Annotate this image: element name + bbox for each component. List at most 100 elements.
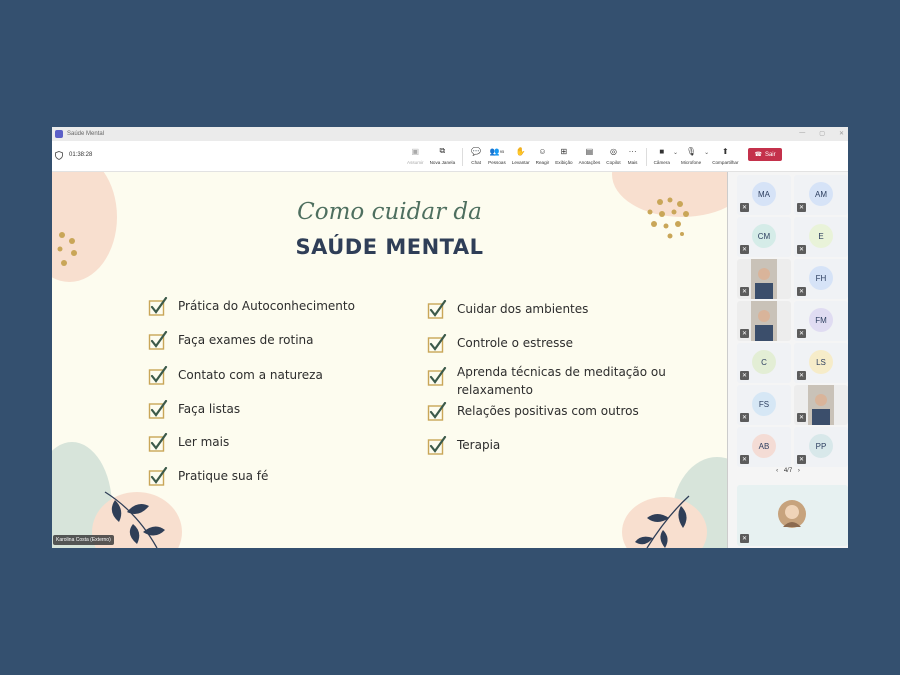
minimize-icon[interactable]: — <box>799 130 805 137</box>
participant-avatar: CM <box>752 224 776 248</box>
focus-button[interactable]: ▣ Assumir <box>407 145 424 166</box>
checklist-item: Aprenda técnicas de meditação ou relaxam… <box>427 363 672 399</box>
focus-icon: ▣ <box>411 146 420 156</box>
share-icon: ⬆ <box>721 146 729 156</box>
participant-tile[interactable]: MA ✕ <box>737 175 791 215</box>
view-button[interactable]: ⊞ Exibição <box>555 145 572 166</box>
meeting-toolbar: 01:38:28 ▣ Assumir ⧉ Nova Janela 💬 Chat … <box>52 141 848 172</box>
checkbox-checked-icon <box>148 331 168 350</box>
new-window-icon: ⧉ <box>439 146 446 155</box>
toolbar-divider <box>645 148 647 166</box>
checklist-item: Controle o estresse <box>427 334 573 354</box>
maximize-icon[interactable]: ▢ <box>819 130 825 137</box>
copilot-button[interactable]: ◎ Copilot <box>606 145 620 166</box>
participant-tile[interactable]: ✕ <box>737 301 791 341</box>
close-icon[interactable]: ✕ <box>839 130 844 137</box>
raise-hand-icon: ✋ <box>515 146 526 156</box>
window-title: Saúde Mental <box>67 131 105 137</box>
checklist-item: Relações positivas com outros <box>427 402 639 422</box>
mic-muted-icon: ✕ <box>797 287 806 296</box>
checklist-item: Contato com a natureza <box>148 366 323 386</box>
mic-muted-icon: ✕ <box>740 455 749 464</box>
checklist-item: Cuidar dos ambientes <box>427 300 588 320</box>
mic-muted-icon: ✕ <box>740 203 749 212</box>
title-bar: Saúde Mental — ▢ ✕ <box>52 127 848 141</box>
participant-tile[interactable]: FH ✕ <box>794 259 848 299</box>
mic-muted-icon: ✕ <box>740 413 749 422</box>
participant-tile[interactable]: FM ✕ <box>794 301 848 341</box>
chevron-left-icon[interactable]: ‹ <box>776 468 778 474</box>
people-count: 95 <box>499 148 505 154</box>
checklist-item: Pratique sua fé <box>148 467 268 487</box>
checkbox-checked-icon <box>427 334 447 353</box>
view-icon: ⊞ <box>560 146 568 156</box>
copilot-icon: ◎ <box>609 146 617 156</box>
participant-tile[interactable]: AB ✕ <box>737 427 791 467</box>
checkbox-checked-icon <box>148 467 168 486</box>
self-video-tile[interactable]: ✕ <box>737 485 848 546</box>
participant-avatar: LS <box>809 350 833 374</box>
mic-muted-icon: ✕ <box>740 287 749 296</box>
microphone-button[interactable]: 🎙 Microfone <box>681 145 701 166</box>
chevron-right-icon[interactable]: › <box>798 468 800 474</box>
participant-avatar: PP <box>809 434 833 458</box>
checkbox-checked-icon <box>148 297 168 316</box>
more-button[interactable]: ··· Mais <box>627 145 639 166</box>
mic-off-icon: 🎙 <box>685 146 697 156</box>
participant-gallery: MA ✕ AM ✕ CM ✕ E ✕ ✕ FH ✕ ✕ FM ✕ C ✕ LS ✕ FS ✕ ✕ AB ✕ PP ✕ ‹ 4/7… <box>728 172 848 548</box>
participant-video <box>751 259 777 299</box>
participant-avatar: E <box>809 224 833 248</box>
shield-icon <box>55 151 63 160</box>
react-button[interactable]: ☺ Reagir <box>536 145 550 166</box>
meeting-timer: 01:38:28 <box>69 152 93 158</box>
checklist-item: Terapia <box>427 436 500 456</box>
raise-hand-button[interactable]: ✋ Levantar <box>512 145 530 166</box>
hang-up-icon: ☎ <box>754 152 762 158</box>
participant-avatar: FH <box>809 266 833 290</box>
participant-avatar: FM <box>809 308 833 332</box>
presenter-name-tag: Karolina Costa (Externo) <box>53 535 114 545</box>
notes-button[interactable]: ▤ Anotações <box>579 145 601 166</box>
participant-avatar: MA <box>752 182 776 206</box>
gallery-pager: ‹ 4/7 › <box>728 468 848 474</box>
people-button[interactable]: 👥 95 Pessoas <box>488 145 506 166</box>
participant-avatar: FS <box>752 392 776 416</box>
participant-video <box>751 301 777 341</box>
participant-tile[interactable]: E ✕ <box>794 217 848 257</box>
shared-slide: Como cuidar da SAÚDE MENTAL Prática do A… <box>52 172 727 548</box>
mic-muted-icon: ✕ <box>740 329 749 338</box>
chevron-down-icon[interactable]: ⌄ <box>673 149 678 156</box>
participant-tile[interactable]: AM ✕ <box>794 175 848 215</box>
notes-icon: ▤ <box>585 146 594 156</box>
participant-tile[interactable]: LS ✕ <box>794 343 848 383</box>
participant-tile[interactable]: FS ✕ <box>737 385 791 425</box>
participant-avatar: AB <box>752 434 776 458</box>
leave-button[interactable]: ☎ Sair <box>748 148 782 161</box>
people-icon: 👥 95 <box>489 146 505 156</box>
participant-tile[interactable]: ✕ <box>794 385 848 425</box>
mic-muted-icon: ✕ <box>797 245 806 254</box>
participant-tile[interactable]: CM ✕ <box>737 217 791 257</box>
checklist-item: Faça exames de rotina <box>148 331 314 351</box>
participant-tile[interactable]: C ✕ <box>737 343 791 383</box>
checklist-item: Faça listas <box>148 400 240 420</box>
chat-button[interactable]: 💬 Chat <box>470 145 482 166</box>
participant-avatar: C <box>752 350 776 374</box>
mic-muted-icon: ✕ <box>740 245 749 254</box>
checkbox-checked-icon <box>427 300 447 319</box>
chevron-down-icon[interactable]: ⌄ <box>704 149 709 156</box>
mic-muted-icon: ✕ <box>797 371 806 380</box>
checkbox-checked-icon <box>427 367 447 386</box>
mic-muted-icon: ✕ <box>797 329 806 338</box>
more-icon: ··· <box>628 146 637 156</box>
mic-muted-icon: ✕ <box>740 534 749 543</box>
chat-icon: 💬 <box>471 146 482 156</box>
checkbox-checked-icon <box>427 402 447 421</box>
participant-tile[interactable]: ✕ <box>737 259 791 299</box>
page-indicator: 4/7 <box>783 468 793 474</box>
mic-muted-icon: ✕ <box>797 455 806 464</box>
new-window-button[interactable]: ⧉ Nova Janela <box>430 145 456 165</box>
share-button[interactable]: ⬆ Compartilhar <box>712 145 738 166</box>
camera-button[interactable]: ■ Câmera <box>654 145 670 166</box>
participant-tile[interactable]: PP ✕ <box>794 427 848 467</box>
